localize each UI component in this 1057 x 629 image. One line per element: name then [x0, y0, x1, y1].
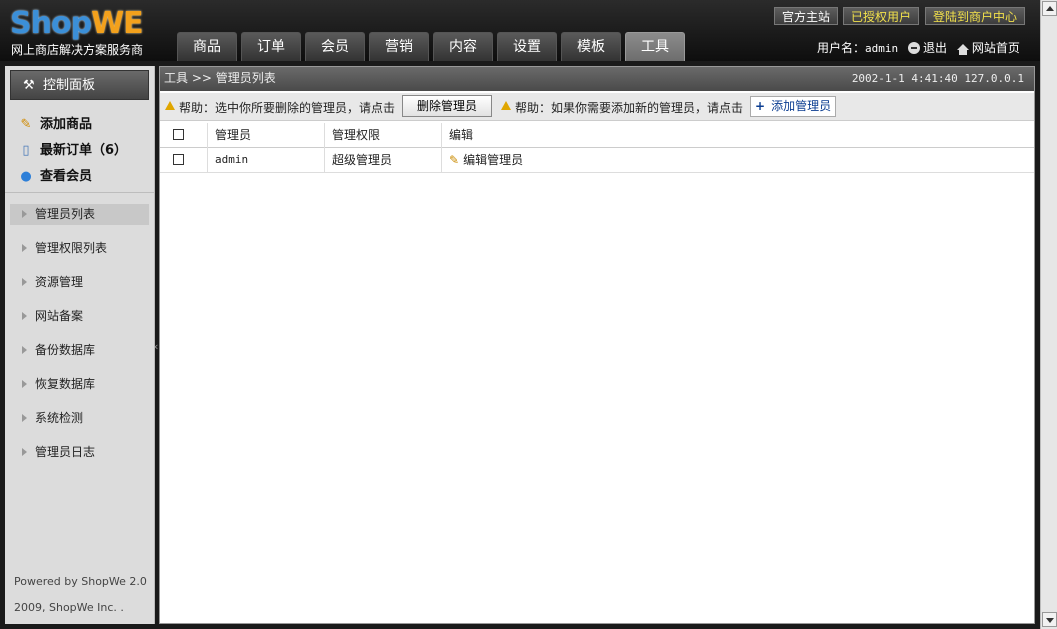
- plus-icon: +: [755, 99, 766, 113]
- scroll-down-icon[interactable]: [1042, 612, 1057, 627]
- table-row: admin 超级管理员 ✎ 编辑管理员: [160, 148, 1034, 173]
- row-select-cell: [160, 148, 207, 173]
- tools-icon: ⚒: [23, 78, 35, 93]
- tab-settings[interactable]: 设置: [497, 32, 557, 61]
- help-bar: 帮助：选中你所要删除的管理员，请点击 删除管理员 帮助：如果你需要添加新的管理员…: [160, 93, 1034, 121]
- document-icon: ▯: [22, 143, 30, 158]
- tab-orders[interactable]: 订单: [241, 32, 301, 61]
- vertical-scrollbar[interactable]: [1040, 0, 1057, 629]
- header: ShopWE 网上商店解决方案服务商 官方主站 已授权用户 登陆到商户中心 商品…: [0, 0, 1040, 61]
- admin-role-cell: 超级管理员: [324, 148, 441, 173]
- datetime-ip: 2002-1-1 4:41:40 127.0.0.1: [851, 72, 1024, 85]
- triangle-icon: [22, 312, 27, 320]
- sidebar-item-permission-list[interactable]: 管理权限列表: [10, 238, 149, 259]
- admin-table: 管理员 管理权限 编辑 admin 超级管理员 ✎ 编辑管理员: [160, 123, 1034, 173]
- delete-admin-button[interactable]: 删除管理员: [402, 95, 492, 117]
- select-all-checkbox[interactable]: [173, 129, 184, 140]
- tab-tools[interactable]: 工具: [625, 32, 685, 61]
- triangle-icon: [22, 380, 27, 388]
- breadcrumb: 工具 >> 管理员列表: [164, 71, 276, 85]
- slogan: 网上商店解决方案服务商: [11, 43, 144, 57]
- sidebar-item-resources[interactable]: 资源管理: [10, 272, 149, 293]
- home-icon: [956, 44, 969, 55]
- add-admin-button[interactable]: + 添加管理员: [750, 96, 836, 117]
- copyright: 2009, ShopWe Inc. .: [14, 601, 124, 614]
- column-header-edit: 编辑: [441, 123, 1034, 148]
- collapse-sidebar-icon[interactable]: ‹: [154, 340, 158, 353]
- row-checkbox[interactable]: [173, 154, 184, 165]
- triangle-icon: [22, 278, 27, 286]
- sidebar-item-backup-db[interactable]: 备份数据库: [10, 340, 149, 361]
- sidebar: ⚒ 控制面板 ✎ 添加商品 ▯ 最新订单（6） ● 查看会员 管理员列表 管理权限列表 …: [5, 66, 155, 624]
- main-content: 工具 >> 管理员列表 2002-1-1 4:41:40 127.0.0.1 帮…: [159, 66, 1035, 624]
- warning-icon: [501, 101, 511, 110]
- edit-admin-link[interactable]: ✎ 编辑管理员: [441, 148, 1034, 173]
- sidebar-item-system-check[interactable]: 系统检测: [10, 408, 149, 429]
- view-members-link[interactable]: ● 查看会员: [19, 165, 92, 184]
- triangle-icon: [22, 210, 27, 218]
- shopwe-logo[interactable]: ShopWE: [10, 6, 144, 41]
- sidebar-item-admin-log[interactable]: 管理员日志: [10, 442, 149, 463]
- official-site-link[interactable]: 官方主站: [774, 7, 839, 25]
- column-header-admin: 管理员: [207, 123, 324, 148]
- merchant-center-link[interactable]: 登陆到商户中心: [925, 7, 1026, 25]
- breadcrumb-bar: 工具 >> 管理员列表 2002-1-1 4:41:40 127.0.0.1: [160, 67, 1034, 91]
- logout-link[interactable]: 退出: [907, 41, 947, 55]
- sidebar-divider: [5, 192, 155, 193]
- triangle-icon: [22, 414, 27, 422]
- authorized-users-link[interactable]: 已授权用户: [843, 7, 920, 25]
- logout-icon: [907, 42, 920, 54]
- triangle-icon: [22, 346, 27, 354]
- control-panel-title[interactable]: ⚒ 控制面板: [10, 70, 149, 100]
- triangle-icon: [22, 244, 27, 252]
- tab-members[interactable]: 会员: [305, 32, 365, 61]
- tab-marketing[interactable]: 营销: [369, 32, 429, 61]
- sidebar-item-site-record[interactable]: 网站备案: [10, 306, 149, 327]
- sidebar-item-restore-db[interactable]: 恢复数据库: [10, 374, 149, 395]
- warning-icon: [165, 101, 175, 110]
- triangle-icon: [22, 448, 27, 456]
- table-header-row: 管理员 管理权限 编辑: [160, 123, 1034, 148]
- user-bar: 用户名：admin 退出 网站首页: [817, 39, 1026, 56]
- pencil-icon: ✎: [20, 117, 32, 132]
- home-link[interactable]: 网站首页: [956, 41, 1020, 55]
- select-all-cell: [160, 123, 207, 148]
- help-delete-text: 帮助：选中你所要删除的管理员，请点击: [179, 101, 396, 115]
- tab-templates[interactable]: 模板: [561, 32, 621, 61]
- latest-orders-link[interactable]: ▯ 最新订单（6）: [19, 139, 127, 158]
- sidebar-item-admin-list[interactable]: 管理员列表: [10, 204, 149, 225]
- admin-name-cell: admin: [207, 148, 324, 173]
- user-icon: ●: [20, 169, 32, 184]
- tab-products[interactable]: 商品: [177, 32, 237, 61]
- tab-content[interactable]: 内容: [433, 32, 493, 61]
- scroll-up-icon[interactable]: [1042, 1, 1057, 16]
- column-header-permission: 管理权限: [324, 123, 441, 148]
- powered-by: Powered by ShopWe 2.0: [14, 575, 147, 588]
- username-label: 用户名：admin: [817, 41, 899, 55]
- add-product-link[interactable]: ✎ 添加商品: [19, 113, 92, 132]
- pencil-icon: ✎: [449, 153, 460, 167]
- help-add-text: 帮助：如果你需要添加新的管理员，请点击: [515, 101, 744, 115]
